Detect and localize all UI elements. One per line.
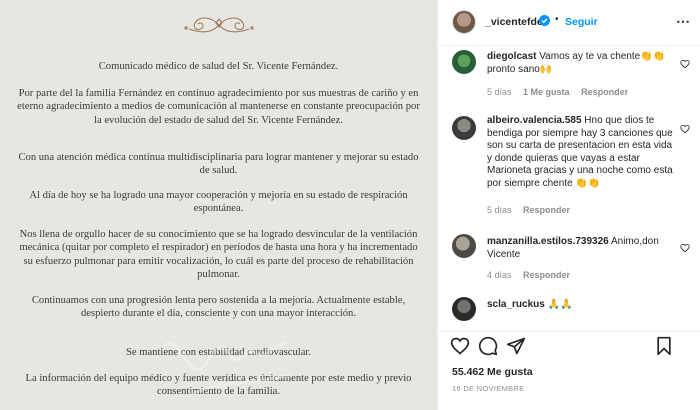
follow-button[interactable]: Seguir [565,16,598,28]
communique-paragraph: Con una atención médica contínua multidi… [18,152,419,177]
ornament-flourish-icon [184,17,254,33]
share-paper-plane-icon[interactable] [506,336,526,356]
communique-title: Comunicado médico de salud del Sr. Vicen… [98,61,339,72]
communique-paragraph: Nos llena de orgullo hacer de su conocim… [19,229,418,280]
comment-bubble-icon[interactable] [478,336,498,356]
comment-text: scla_ruckus 🙏🙏 [487,299,677,312]
comment-username[interactable]: manzanilla.estilos.739326 [487,236,609,247]
comment-text: diegolcast Vamos ay te va chente👏👏 pront… [487,51,677,76]
comment-meta: 4 días Responder [487,270,579,280]
post-image: Comunicado médico de salud del Sr. Vicen… [0,0,437,410]
post-date[interactable]: 16 DE NOVIEMBRE [452,384,524,393]
comment-username[interactable]: diegolcast [487,51,536,62]
post-sidebar: _vicentefdez • Seguir ⋯ diegolcast Vamos… [437,0,700,410]
reply-button[interactable]: Responder [523,270,570,280]
reply-button[interactable]: Responder [581,87,628,97]
comment-meta: 5 días 1 Me gusta Responder [487,87,637,97]
comment-text: manzanilla.estilos.739326 Animo,don Vice… [487,236,677,261]
comment-username[interactable]: scla_ruckus [487,299,545,310]
commenter-avatar[interactable] [452,50,476,74]
commenter-avatar[interactable] [452,297,476,321]
comment-username[interactable]: albeiro.valencia.585 [487,115,582,126]
like-comment-heart-icon[interactable] [680,124,690,134]
comment-meta: 5 días Responder [487,205,579,215]
author-avatar[interactable] [452,10,476,34]
verified-badge-icon [539,15,550,26]
signature-watermark [163,341,292,397]
commenter-avatar[interactable] [452,234,476,258]
likes-count[interactable]: 55.462 Me gusta [452,366,533,378]
comment-likes[interactable]: 1 Me gusta [523,87,570,97]
comment-time[interactable]: 5 días [487,205,512,215]
comment-body: 🙏🙏 [547,299,573,310]
comment-time[interactable]: 4 días [487,270,512,280]
commenter-avatar[interactable] [452,116,476,140]
comment-body: Hno que dios te bendiga por siempre hay … [487,115,673,189]
like-comment-heart-icon[interactable] [680,243,690,253]
like-comment-heart-icon[interactable] [680,59,690,69]
communique-paragraph: Al día de hoy se ha logrado una mayor co… [29,190,408,215]
communique-paragraph: Continuamos con una progresión lenta per… [31,295,406,320]
reply-button[interactable]: Responder [523,205,570,215]
like-heart-icon[interactable] [450,336,470,356]
separator-dot: • [555,14,559,25]
comments-list[interactable]: diegolcast Vamos ay te va chente👏👏 pront… [438,46,700,331]
more-options-icon[interactable]: ⋯ [676,13,691,30]
comment-text: albeiro.valencia.585 Hno que dios te ben… [487,115,677,190]
post-actions: 55.462 Me gusta 16 DE NOVIEMBRE [438,331,700,410]
comment-time[interactable]: 5 días [487,87,512,97]
post-header: _vicentefdez • Seguir ⋯ [438,0,700,46]
communique-paragraph: Por parte del la familia Fernández en co… [17,88,420,126]
save-bookmark-icon[interactable] [654,336,674,356]
